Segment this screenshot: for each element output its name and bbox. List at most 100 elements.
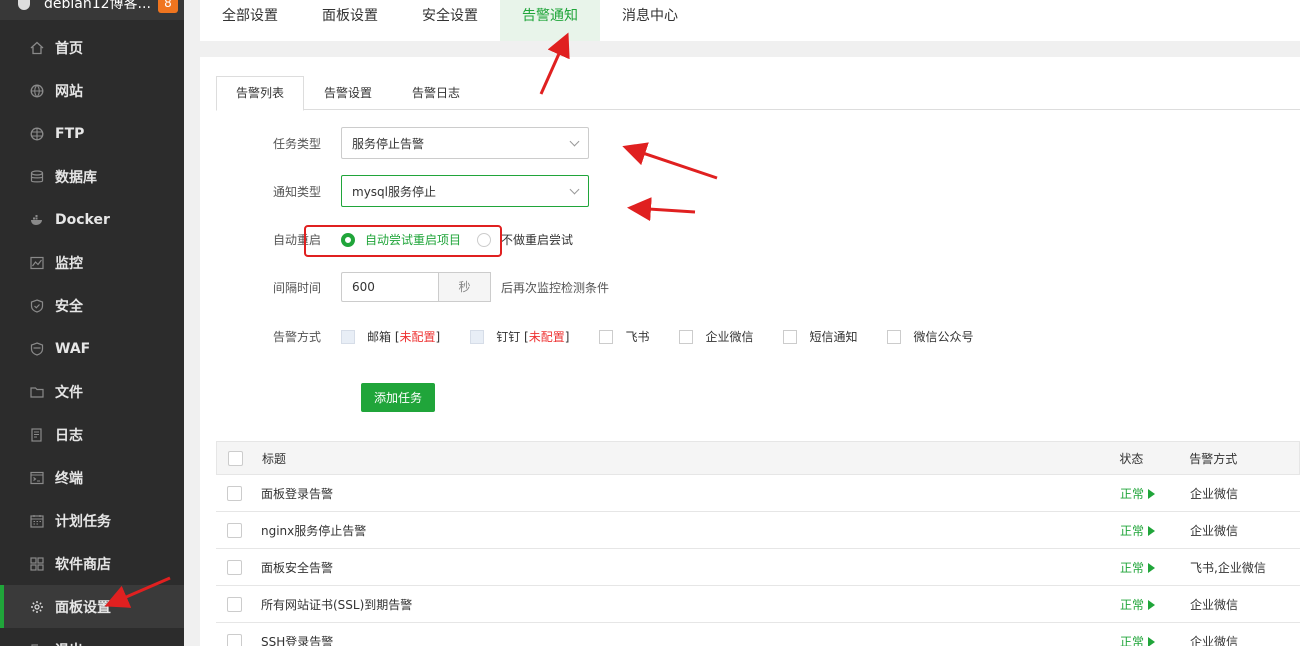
sidebar-item-waf[interactable]: WAF — [0, 327, 184, 370]
status-text: 正常 — [1120, 523, 1145, 538]
row-method: 飞书,企业微信 — [1190, 560, 1266, 575]
row-title: 面板安全告警 — [261, 560, 334, 575]
row-checkbox[interactable] — [227, 633, 242, 646]
play-icon — [1148, 525, 1156, 536]
host-name[interactable]: debian12博客... — [44, 0, 158, 13]
method-feishu-label: 飞书 — [625, 330, 650, 344]
sidebar-menu: 首页 网站 FTP 数据库 Docker 监控 安全 WAF 文件 日志 终端 … — [0, 26, 184, 646]
row-status[interactable]: 正常 — [1120, 633, 1190, 646]
row-checkbox[interactable] — [227, 522, 242, 538]
not-configured-note: 未配置 — [528, 330, 565, 344]
chevron-down-icon — [569, 184, 580, 194]
sidebar-item-label: 退出 — [55, 640, 83, 646]
sidebar-item-ftp[interactable]: FTP — [0, 112, 184, 155]
waf-shield-icon — [30, 341, 44, 356]
sidebar-item-monitor[interactable]: 监控 — [0, 241, 184, 284]
sidebar-header: debian12博客... 8 — [0, 0, 184, 20]
row-title: 面板登录告警 — [261, 486, 334, 501]
sidebar-item-files[interactable]: 文件 — [0, 370, 184, 413]
row-status[interactable]: 正常 — [1120, 559, 1190, 576]
row-method: 企业微信 — [1190, 523, 1239, 538]
sidebar-item-database[interactable]: 数据库 — [0, 155, 184, 198]
sidebar-item-terminal[interactable]: 终端 — [0, 456, 184, 499]
row-status[interactable]: 正常 — [1120, 596, 1190, 613]
interval-input[interactable]: 600 — [341, 272, 438, 302]
radio-no-restart-label: 不做重启尝试 — [501, 233, 574, 247]
tab-security-settings[interactable]: 安全设置 — [400, 0, 500, 41]
task-type-select[interactable]: 服务停止告警 — [341, 127, 589, 159]
method-sms[interactable]: 短信通知 — [783, 328, 857, 345]
interval-input-group: 600 秒 — [341, 272, 491, 302]
sidebar-item-label: WAF — [55, 340, 91, 357]
subtab-alert-log[interactable]: 告警日志 — [392, 76, 480, 110]
checkbox — [783, 329, 798, 344]
alert-subtabs: 告警列表 告警设置 告警日志 — [216, 76, 1300, 111]
sidebar-item-label: 网站 — [55, 83, 83, 100]
server-logo-icon — [18, 0, 30, 10]
row-status[interactable]: 正常 — [1120, 485, 1190, 502]
add-task-button[interactable]: 添加任务 — [361, 383, 435, 412]
play-icon — [1148, 488, 1156, 499]
sidebar-item-cron[interactable]: 计划任务 — [0, 499, 184, 542]
tab-panel-settings[interactable]: 面板设置 — [300, 0, 400, 41]
interval-hint: 后再次监控检测条件 — [501, 280, 610, 295]
grid-icon — [30, 556, 44, 571]
sidebar-item-home[interactable]: 首页 — [0, 26, 184, 69]
method-email-label: 邮箱 — [367, 330, 392, 344]
status-text: 正常 — [1120, 634, 1145, 646]
sidebar-item-docker[interactable]: Docker — [0, 198, 184, 241]
sidebar-item-website[interactable]: 网站 — [0, 69, 184, 112]
row-status[interactable]: 正常 — [1120, 522, 1190, 539]
alert-method-options: 邮箱 [未配置] 钉钉 [未配置] 飞书 企业微信 短信通知 微信公众号 — [341, 328, 996, 345]
row-checkbox[interactable] — [227, 596, 242, 612]
sidebar-item-exit[interactable]: 退出 — [0, 628, 184, 646]
tab-message-center[interactable]: 消息中心 — [600, 0, 700, 41]
sidebar-item-label: 文件 — [55, 384, 83, 401]
sidebar-item-label: 日志 — [55, 427, 83, 444]
calendar-icon — [30, 514, 44, 528]
select-all-checkbox[interactable] — [228, 450, 243, 466]
task-type-row: 任务类型 服务停止告警 — [200, 127, 589, 159]
terminal-icon — [30, 471, 44, 485]
checkbox — [341, 329, 355, 344]
checkbox — [470, 329, 485, 344]
sidebar-item-label: 软件商店 — [55, 556, 111, 573]
sidebar-item-label: Docker — [55, 211, 110, 228]
sidebar-item-panel-settings[interactable]: 面板设置 — [0, 585, 184, 628]
notify-type-select[interactable]: mysql服务停止 — [341, 175, 589, 207]
checkbox — [887, 329, 902, 344]
sidebar-item-store[interactable]: 软件商店 — [0, 542, 184, 585]
method-wechat-mp[interactable]: 微信公众号 — [887, 328, 974, 345]
sidebar-item-logs[interactable]: 日志 — [0, 413, 184, 456]
tab-all-settings[interactable]: 全部设置 — [200, 0, 300, 41]
method-dingtalk-label: 钉钉 — [496, 330, 521, 344]
row-checkbox[interactable] — [227, 559, 242, 575]
row-method: 企业微信 — [1190, 597, 1239, 612]
chevron-down-icon — [569, 136, 580, 146]
sidebar-item-label: 首页 — [55, 40, 83, 57]
database-icon — [30, 169, 44, 184]
globe-icon — [30, 84, 44, 98]
method-wecom[interactable]: 企业微信 — [679, 328, 753, 345]
subtab-alert-settings[interactable]: 告警设置 — [304, 76, 392, 110]
notify-type-row: 通知类型 mysql服务停止 — [200, 175, 589, 207]
sidebar-item-label: 终端 — [55, 470, 83, 487]
sidebar-item-label: FTP — [55, 125, 85, 142]
sidebar-item-security[interactable]: 安全 — [0, 284, 184, 327]
update-badge[interactable]: 8 — [158, 0, 178, 13]
row-checkbox[interactable] — [227, 485, 242, 501]
method-feishu[interactable]: 飞书 — [599, 328, 649, 345]
tab-alert-notification[interactable]: 告警通知 — [500, 0, 600, 41]
status-text: 正常 — [1120, 486, 1145, 501]
shield-icon — [30, 298, 44, 313]
row-title: SSH登录告警 — [261, 634, 334, 646]
sidebar-item-label: 计划任务 — [55, 513, 111, 530]
alert-method-row: 告警方式 邮箱 [未配置] 钉钉 [未配置] 飞书 企业微信 短信通知 微信公众… — [200, 328, 996, 345]
method-email[interactable]: 邮箱 [未配置] — [341, 328, 440, 345]
method-wechat-mp-label: 微信公众号 — [913, 330, 974, 344]
notify-type-value: mysql服务停止 — [352, 184, 436, 199]
log-icon — [30, 427, 44, 442]
method-dingtalk[interactable]: 钉钉 [未配置] — [470, 328, 569, 345]
subtab-alert-list[interactable]: 告警列表 — [216, 76, 305, 111]
header-status: 状态 — [1119, 451, 1144, 466]
